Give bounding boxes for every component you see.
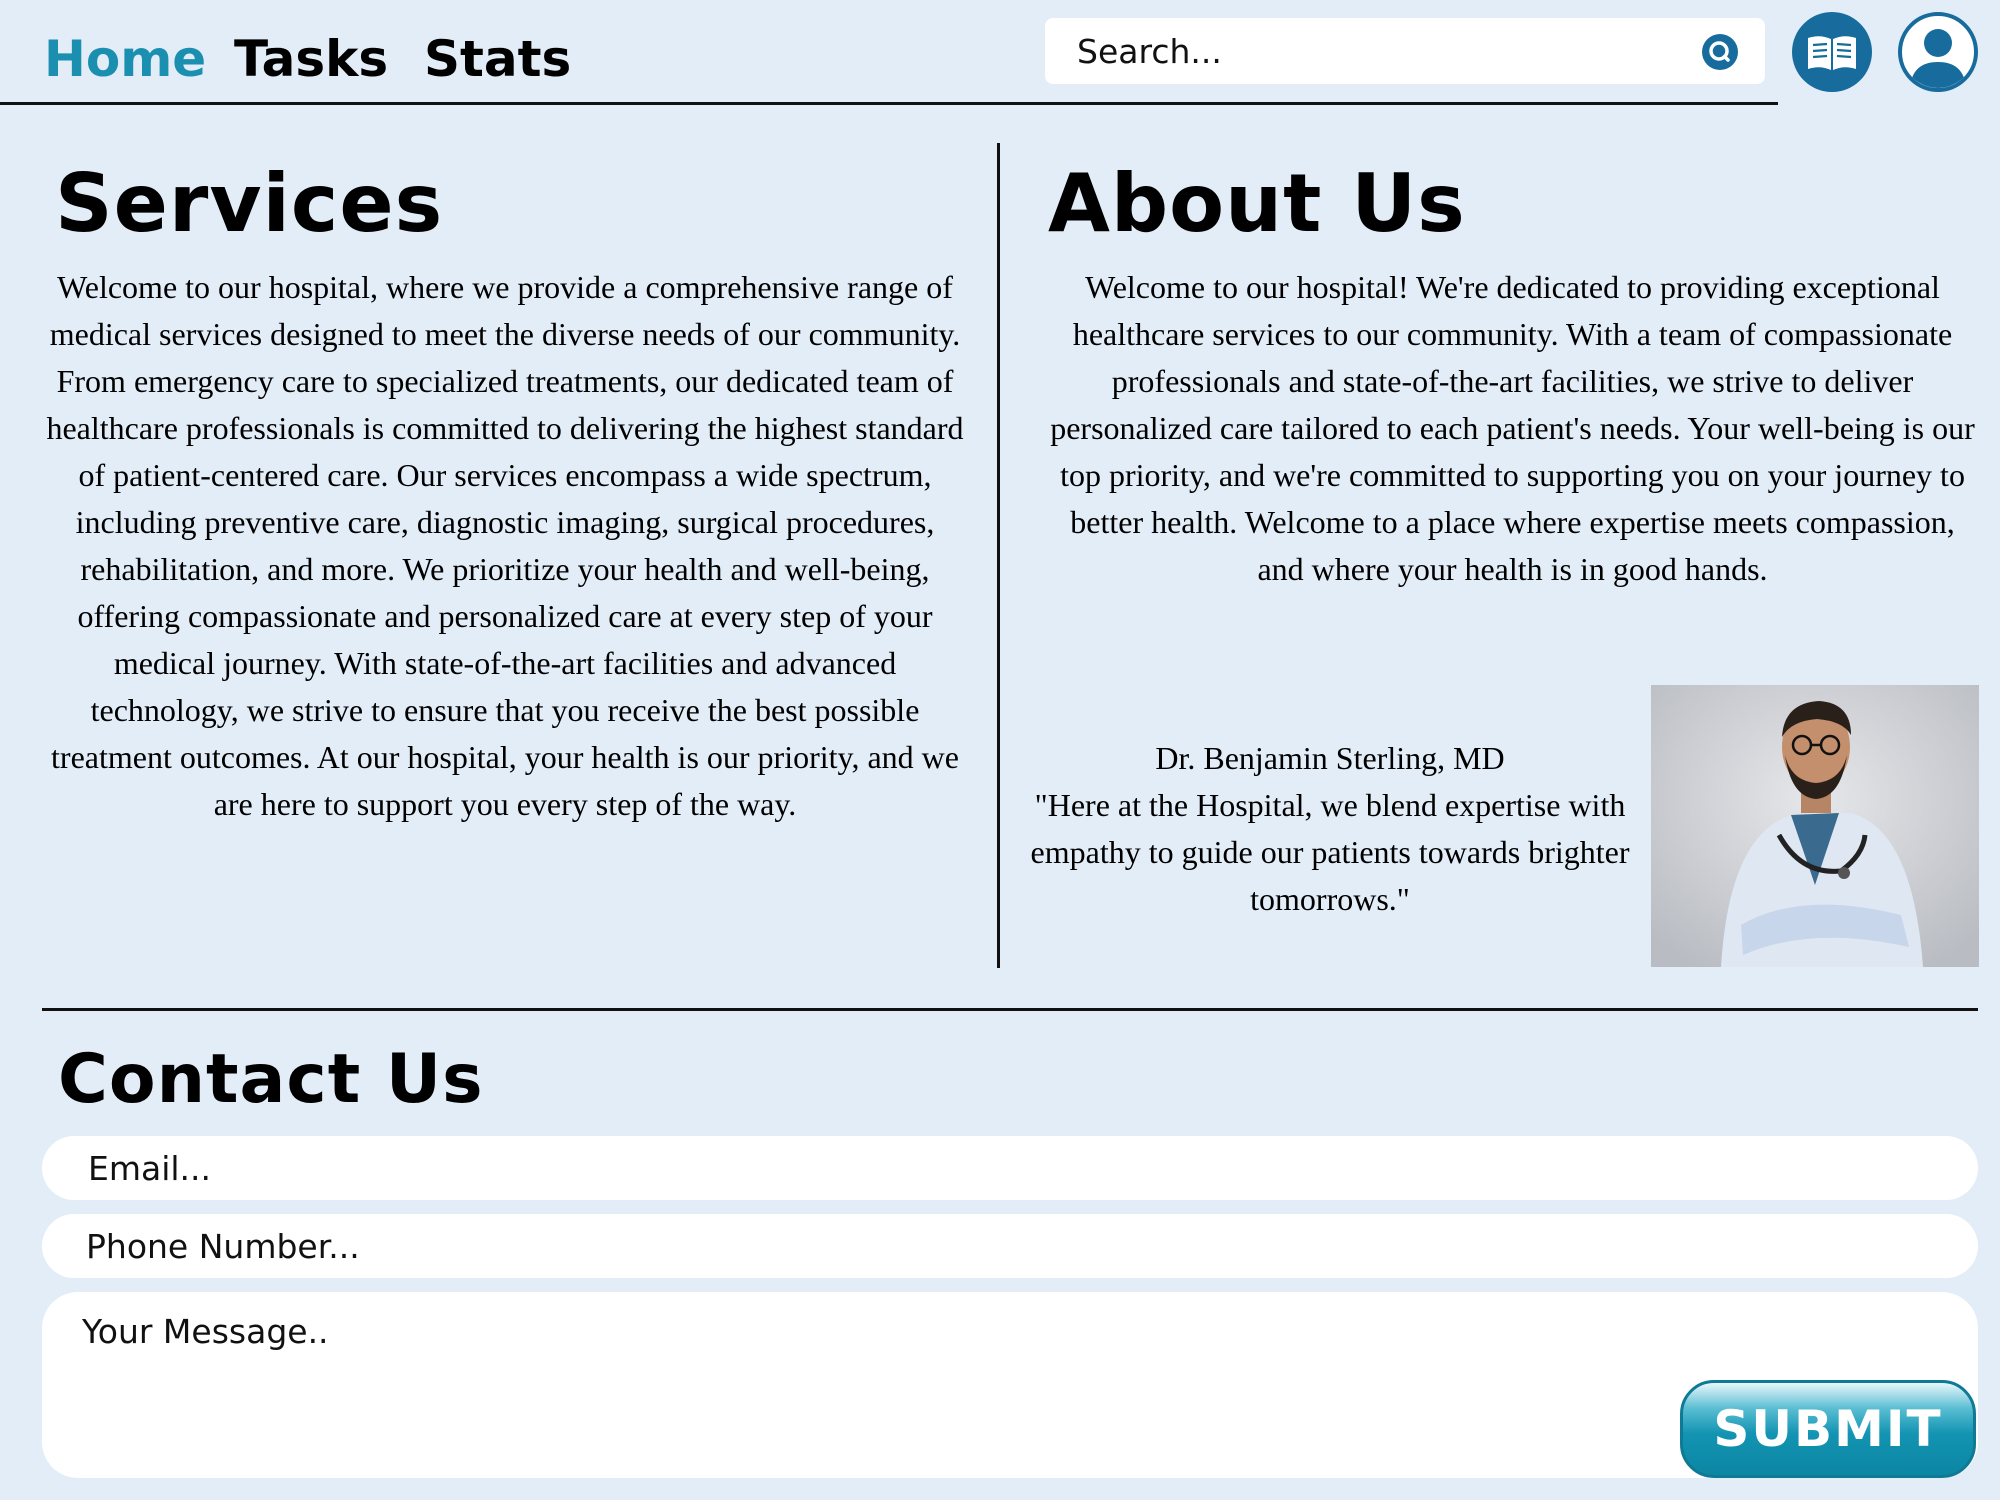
nav-tasks-link[interactable]: Tasks (234, 26, 388, 92)
phone-field[interactable] (42, 1214, 1978, 1278)
doctor-quote: "Here at the Hospital, we blend expertis… (1030, 787, 1630, 917)
book-button[interactable] (1792, 12, 1872, 92)
top-nav: Home Tasks Stats (0, 0, 2000, 104)
nav-home-link[interactable]: Home (44, 26, 206, 92)
services-title: Services (55, 157, 444, 250)
doctor-quote-block: Dr. Benjamin Sterling, MD "Here at the H… (1010, 735, 1650, 923)
contact-title: Contact Us (58, 1040, 484, 1119)
search-icon[interactable] (1702, 34, 1738, 70)
about-title: About Us (1048, 157, 1466, 250)
user-avatar-icon (1910, 29, 1966, 88)
services-description: Welcome to our hospital, where we provid… (46, 269, 964, 822)
profile-button[interactable] (1898, 12, 1978, 92)
column-divider (997, 143, 1000, 968)
submit-button[interactable]: SUBMIT (1680, 1380, 1976, 1478)
header-divider (0, 102, 1778, 105)
doctor-photo (1651, 685, 1979, 967)
nav-stats-link[interactable]: Stats (424, 26, 571, 92)
book-icon (1808, 36, 1856, 70)
search-input[interactable] (1077, 26, 1677, 76)
section-divider (42, 1008, 1978, 1011)
email-field[interactable] (42, 1136, 1978, 1200)
search-bar (1045, 18, 1765, 84)
about-description: Welcome to our hospital! We're dedicated… (1050, 269, 1975, 587)
doctor-name: Dr. Benjamin Sterling, MD (1155, 740, 1505, 776)
